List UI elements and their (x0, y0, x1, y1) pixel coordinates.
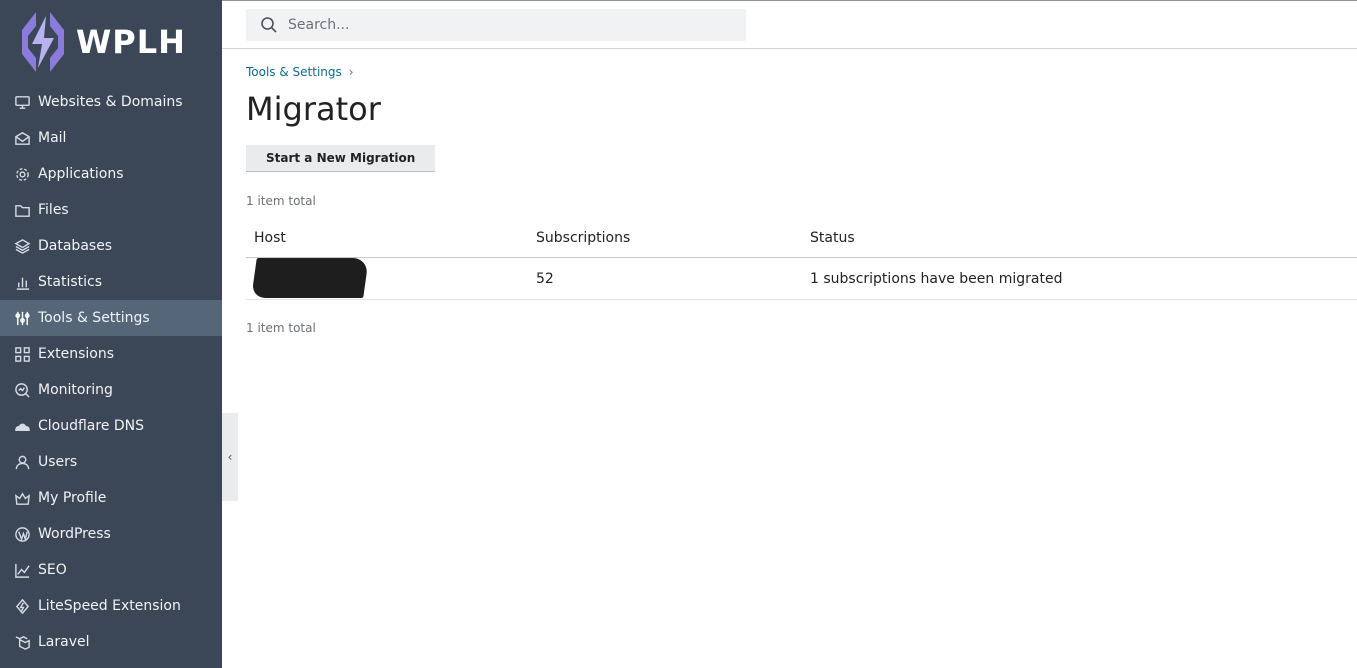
user-icon (13, 453, 31, 471)
column-header-subscriptions[interactable]: Subscriptions (536, 218, 810, 258)
sidebar-item-label: Tools & Settings (38, 310, 150, 326)
sidebar-item-label: Mail (38, 130, 67, 146)
sidebar-item-laravel[interactable]: Laravel (0, 624, 222, 660)
top-bar (222, 0, 1357, 49)
monitor-icon (13, 93, 31, 111)
laravel-icon (13, 633, 31, 651)
sidebar-item-files[interactable]: Files (0, 192, 222, 228)
sidebar: WPLH Websites & Domains Mail Application… (0, 0, 222, 668)
sidebar-item-monitoring[interactable]: Monitoring (0, 372, 222, 408)
search-input[interactable] (286, 16, 710, 34)
table-header-row: Host Subscriptions Status (246, 218, 1357, 258)
sidebar-item-websites-domains[interactable]: Websites & Domains (0, 84, 222, 120)
sidebar-item-label: SEO (38, 562, 67, 578)
sidebar-item-tools-settings[interactable]: Tools & Settings (0, 300, 222, 336)
column-header-status[interactable]: Status (810, 218, 1357, 258)
item-count-top: 1 item total (246, 194, 316, 208)
mail-icon (13, 129, 31, 147)
sidebar-item-litespeed[interactable]: LiteSpeed Extension (0, 588, 222, 624)
item-count-bottom: 1 item total (246, 321, 316, 335)
sidebar-item-seo[interactable]: SEO (0, 552, 222, 588)
sidebar-item-label: Websites & Domains (38, 94, 183, 110)
sidebar-item-applications[interactable]: Applications (0, 156, 222, 192)
gear-icon (13, 165, 31, 183)
cell-host[interactable] (246, 257, 536, 300)
crown-icon (13, 489, 31, 507)
sidebar-item-label: Files (38, 202, 69, 218)
sidebar-item-label: My Profile (38, 490, 107, 506)
sidebar-item-statistics[interactable]: Statistics (0, 264, 222, 300)
chevron-left-icon: ‹ (227, 450, 233, 464)
cell-subscriptions: 52 (536, 257, 810, 300)
sidebar-item-label: Cloudflare DNS (38, 418, 145, 434)
sidebar-item-label: Monitoring (38, 382, 113, 398)
brand-logo[interactable]: WPLH (16, 10, 186, 74)
sidebar-item-label: LiteSpeed Extension (38, 598, 181, 614)
column-header-host[interactable]: Host (246, 218, 536, 258)
sidebar-item-label: Laravel (38, 634, 90, 650)
bar-chart-icon (13, 273, 31, 291)
sidebar-item-label: Applications (38, 166, 124, 182)
sidebar-item-label: WordPress (38, 526, 111, 542)
sidebar-nav: Websites & Domains Mail Applications Fil… (0, 84, 222, 660)
search-icon (261, 17, 277, 33)
sidebar-collapse-toggle[interactable]: ‹ (222, 413, 238, 501)
table-row[interactable]: 52 1 subscriptions have been migrated (246, 257, 1357, 300)
folder-icon (13, 201, 31, 219)
search-box[interactable] (246, 9, 746, 41)
sidebar-item-label: Statistics (38, 274, 102, 290)
monitoring-icon (13, 381, 31, 399)
sidebar-item-databases[interactable]: Databases (0, 228, 222, 264)
cloud-icon (13, 417, 31, 435)
lightning-logo-icon (22, 12, 64, 72)
wordpress-icon (13, 525, 31, 543)
page-title: Migrator (246, 90, 381, 128)
sidebar-item-my-profile[interactable]: My Profile (0, 480, 222, 516)
sidebar-item-label: Extensions (38, 346, 115, 362)
breadcrumb-separator: › (348, 65, 354, 79)
redacted-host (251, 257, 369, 298)
breadcrumb: Tools & Settings › (246, 65, 354, 79)
sidebar-item-mail[interactable]: Mail (0, 120, 222, 156)
sidebar-item-extensions[interactable]: Extensions (0, 336, 222, 372)
sidebar-item-users[interactable]: Users (0, 444, 222, 480)
start-new-migration-button[interactable]: Start a New Migration (246, 145, 436, 172)
sidebar-item-label: Users (38, 454, 78, 470)
sidebar-item-cloudflare-dns[interactable]: Cloudflare DNS (0, 408, 222, 444)
cell-status: 1 subscriptions have been migrated (810, 257, 1357, 300)
seo-chart-icon (13, 561, 31, 579)
brand-name: WPLH (76, 23, 186, 61)
migrations-table: Host Subscriptions Status 52 1 subscript… (246, 218, 1357, 300)
layers-icon (13, 237, 31, 255)
sidebar-item-label: Databases (38, 238, 113, 254)
grid-icon (13, 345, 31, 363)
sidebar-item-wordpress[interactable]: WordPress (0, 516, 222, 552)
sliders-icon (13, 309, 31, 327)
breadcrumb-link-tools-settings[interactable]: Tools & Settings (246, 65, 342, 79)
litespeed-icon (13, 597, 31, 615)
